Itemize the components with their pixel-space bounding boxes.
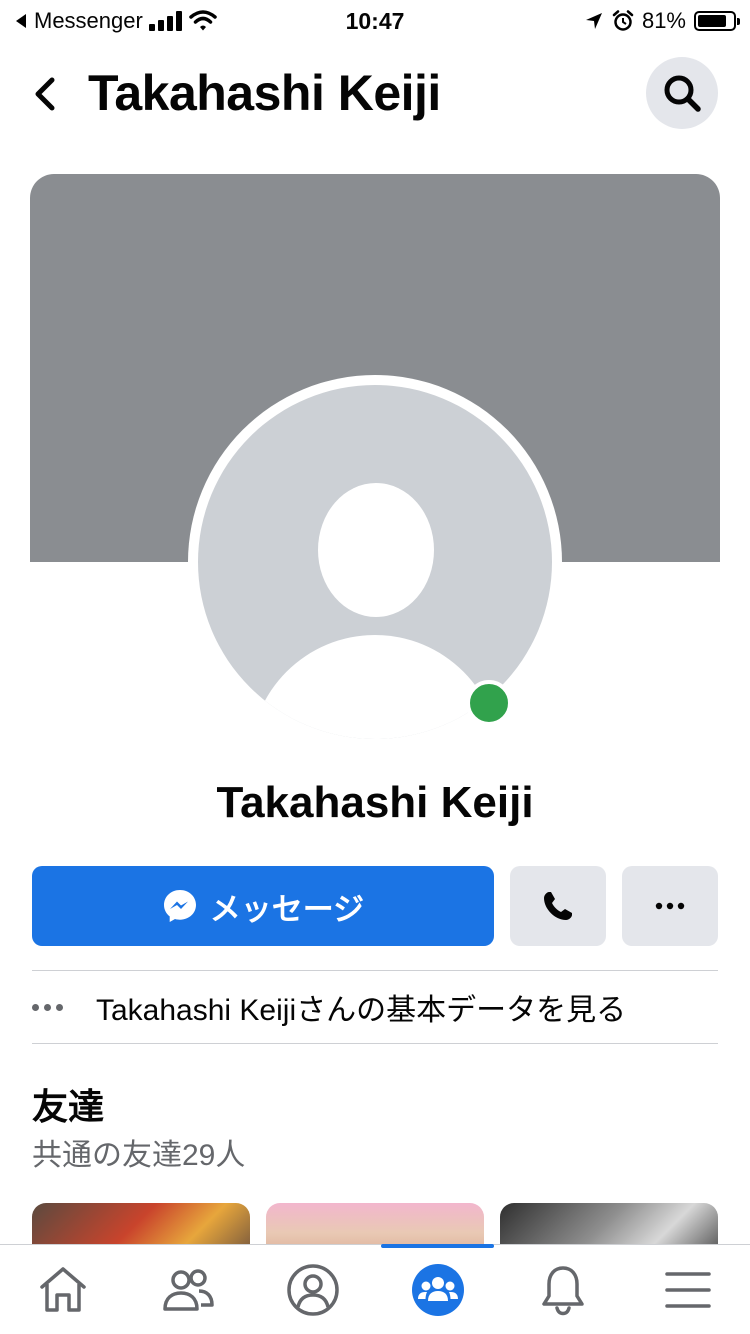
profile-icon: [286, 1264, 339, 1316]
chevron-left-icon: [35, 77, 55, 111]
mutual-friends-count: 共通の友達29人: [32, 1139, 246, 1172]
call-button[interactable]: [510, 866, 606, 946]
page-title: Takahashi Keiji: [88, 65, 441, 121]
search-icon: [664, 75, 701, 112]
messenger-icon: [163, 890, 196, 922]
bottom-navigation: [0, 1244, 750, 1334]
status-bar: Messenger 10:47 81%: [0, 0, 750, 40]
hamburger-menu-icon: [664, 1272, 711, 1308]
about-info-text: Takahashi Keijiさんの基本データを見る: [96, 994, 627, 1027]
groups-icon: [411, 1264, 464, 1316]
profile-name: Takahashi Keiji: [216, 778, 534, 827]
phone-icon: [544, 892, 572, 920]
nav-profile[interactable]: [250, 1245, 375, 1334]
bell-icon: [541, 1266, 584, 1316]
nav-notifications[interactable]: [500, 1245, 625, 1334]
search-button[interactable]: [646, 57, 718, 129]
ellipsis-icon: [32, 1003, 96, 1011]
nav-menu[interactable]: [625, 1245, 750, 1334]
nav-friends[interactable]: [125, 1245, 250, 1334]
alarm-icon: [612, 10, 634, 31]
online-status-indicator: [466, 680, 512, 726]
divider: [32, 970, 718, 971]
more-options-button[interactable]: [622, 866, 718, 946]
about-info-link[interactable]: Takahashi Keijiさんの基本データを見る: [32, 972, 718, 1042]
active-tab-indicator: [381, 1244, 494, 1248]
nav-groups[interactable]: [375, 1245, 500, 1334]
back-button[interactable]: [26, 72, 66, 116]
battery-percent: 81%: [641, 8, 686, 33]
message-button-label: メッセージ: [209, 891, 365, 927]
home-icon: [39, 1267, 86, 1312]
friends-icon: [162, 1269, 214, 1311]
battery-icon: [694, 11, 740, 31]
more-icon: [655, 902, 685, 910]
friends-section-title: 友達: [32, 1086, 105, 1127]
location-arrow-icon: [585, 13, 602, 29]
nav-home[interactable]: [0, 1245, 125, 1334]
message-button[interactable]: メッセージ: [32, 866, 494, 946]
divider: [32, 1043, 718, 1044]
